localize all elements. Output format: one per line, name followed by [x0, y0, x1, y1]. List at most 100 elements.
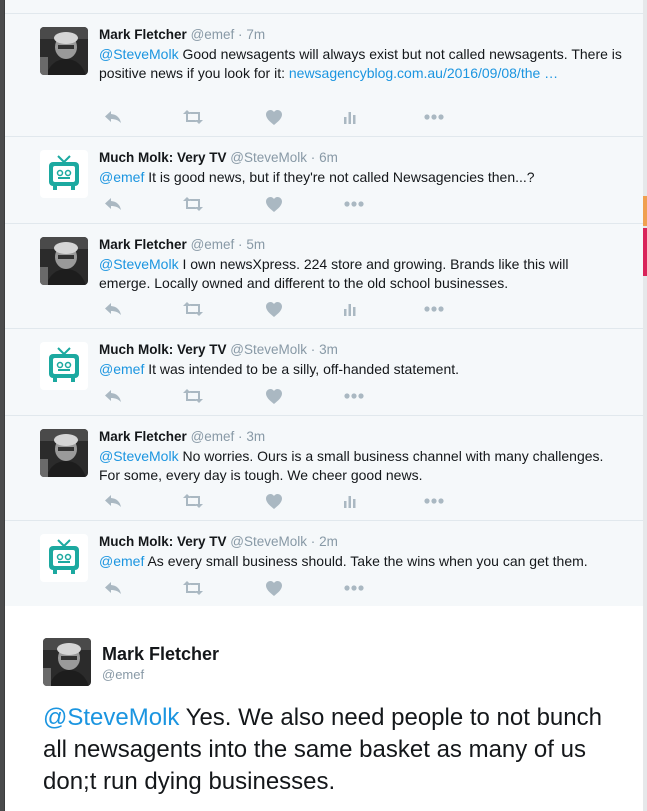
author-handle[interactable]: @emef — [191, 237, 235, 252]
tweet-timestamp[interactable]: 3m — [319, 342, 338, 357]
retweet-button[interactable] — [183, 195, 203, 213]
reply-button[interactable] — [103, 300, 123, 318]
tweet-actions — [99, 292, 623, 328]
more-button[interactable] — [424, 108, 444, 126]
avatar[interactable] — [40, 429, 88, 477]
tweet-timestamp[interactable]: 5m — [246, 237, 265, 252]
tweet-actions — [99, 379, 623, 415]
reply-button[interactable] — [103, 579, 123, 597]
more-button[interactable] — [344, 195, 364, 213]
separator-dot: · — [310, 150, 316, 165]
url-link[interactable]: newsagencyblog.com.au/2016/09/08/the … — [289, 65, 558, 81]
tweet-text: @emef It was intended to be a silly, off… — [99, 360, 623, 379]
reply-icon — [104, 302, 122, 316]
avatar[interactable] — [40, 534, 88, 582]
analytics-button[interactable] — [340, 108, 360, 126]
more-icon — [344, 585, 364, 591]
more-icon — [424, 306, 444, 312]
heart-icon — [266, 493, 282, 509]
mention-link[interactable]: @SteveMolk — [99, 46, 179, 62]
retweet-button[interactable] — [183, 108, 203, 126]
tweet-actions — [99, 100, 623, 136]
more-button[interactable] — [424, 492, 444, 510]
author-name[interactable]: Much Molk: Very TV — [99, 534, 227, 549]
mention-link[interactable]: @emef — [99, 169, 144, 185]
more-button[interactable] — [344, 387, 364, 405]
analytics-icon — [344, 494, 356, 508]
reply-button[interactable] — [103, 195, 123, 213]
avatar[interactable] — [43, 638, 91, 686]
tweet-item[interactable]: Mark Fletcher @emef · 5m @SteveMolk I own… — [5, 224, 643, 329]
mention-link[interactable]: @SteveMolk — [99, 256, 179, 272]
mention-link[interactable]: @SteveMolk — [99, 448, 179, 464]
like-button[interactable] — [264, 195, 284, 213]
like-button[interactable] — [264, 579, 284, 597]
backdrop-accent-orange — [643, 196, 647, 226]
analytics-button[interactable] — [340, 300, 360, 318]
tweet-header: Much Molk: Very TV @SteveMolk · 2m — [99, 533, 623, 551]
author-name[interactable]: Mark Fletcher — [99, 27, 187, 42]
focused-author-handle[interactable]: @emef — [102, 667, 144, 682]
tweet-item[interactable]: Much Molk: Very TV @SteveMolk · 2m @emef … — [5, 521, 643, 608]
avatar[interactable] — [40, 237, 88, 285]
author-name[interactable]: Mark Fletcher — [99, 237, 187, 252]
tweet-item[interactable]: Mark Fletcher @emef · 3m @SteveMolk No wo… — [5, 416, 643, 521]
heart-icon — [266, 388, 282, 404]
author-handle[interactable]: @SteveMolk — [230, 342, 307, 357]
tweet-item[interactable]: Mark Fletcher @emef · 7m @SteveMolk Good … — [5, 14, 643, 137]
backdrop-right — [643, 0, 647, 811]
focused-tweet: Mark Fletcher @emef @SteveMolk Yes. We a… — [5, 606, 643, 811]
more-button[interactable] — [344, 579, 364, 597]
tweet-timestamp[interactable]: 7m — [246, 27, 265, 42]
author-handle[interactable]: @emef — [191, 27, 235, 42]
more-button[interactable] — [424, 300, 444, 318]
focused-author-name[interactable]: Mark Fletcher — [102, 644, 219, 665]
separator-dot: · — [238, 27, 243, 42]
like-button[interactable] — [264, 108, 284, 126]
reply-button[interactable] — [103, 108, 123, 126]
tweet-timestamp[interactable]: 2m — [319, 534, 338, 549]
mention-link[interactable]: @SteveMolk — [43, 704, 179, 731]
retweet-button[interactable] — [183, 579, 203, 597]
reply-button[interactable] — [103, 387, 123, 405]
analytics-button[interactable] — [340, 492, 360, 510]
reply-button[interactable] — [103, 492, 123, 510]
author-handle[interactable]: @SteveMolk — [230, 150, 307, 165]
separator-dot: · — [238, 429, 243, 444]
avatar[interactable] — [40, 342, 88, 390]
like-button[interactable] — [264, 300, 284, 318]
reply-icon — [104, 494, 122, 508]
author-name[interactable]: Much Molk: Very TV — [99, 342, 227, 357]
avatar[interactable] — [40, 27, 88, 75]
author-handle[interactable]: @emef — [191, 429, 235, 444]
mark-fletcher-avatar-icon — [40, 237, 88, 285]
retweet-button[interactable] — [183, 387, 203, 405]
avatar[interactable] — [40, 150, 88, 198]
like-button[interactable] — [264, 492, 284, 510]
much-molk-tv-avatar-icon — [40, 150, 88, 198]
focused-tweet-text: @SteveMolk Yes. We also need people to n… — [43, 702, 613, 798]
mark-fletcher-avatar-icon — [40, 27, 88, 75]
backdrop-accent-pink — [643, 228, 647, 276]
more-icon — [344, 393, 364, 399]
separator-dot: · — [238, 237, 243, 252]
author-name[interactable]: Mark Fletcher — [99, 429, 187, 444]
reply-icon — [104, 389, 122, 403]
retweet-button[interactable] — [183, 300, 203, 318]
tweet-timestamp[interactable]: 6m — [319, 150, 338, 165]
more-icon — [424, 114, 444, 120]
much-molk-tv-avatar-icon — [40, 342, 88, 390]
mention-link[interactable]: @emef — [99, 361, 144, 377]
tweet-item[interactable]: Much Molk: Very TV @SteveMolk · 3m @emef … — [5, 329, 643, 416]
retweet-button[interactable] — [183, 492, 203, 510]
heart-icon — [266, 196, 282, 212]
tweet-timestamp[interactable]: 3m — [246, 429, 265, 444]
mention-link[interactable]: @emef — [99, 553, 144, 569]
tweet-header: Much Molk: Very TV @SteveMolk · 3m — [99, 341, 623, 359]
author-name[interactable]: Much Molk: Very TV — [99, 150, 227, 165]
mark-fletcher-avatar-icon — [40, 429, 88, 477]
like-button[interactable] — [264, 387, 284, 405]
author-handle[interactable]: @SteveMolk — [230, 534, 307, 549]
tweet-body: It was intended to be a silly, off-hande… — [144, 361, 460, 377]
tweet-item[interactable]: Much Molk: Very TV @SteveMolk · 6m @emef … — [5, 137, 643, 224]
